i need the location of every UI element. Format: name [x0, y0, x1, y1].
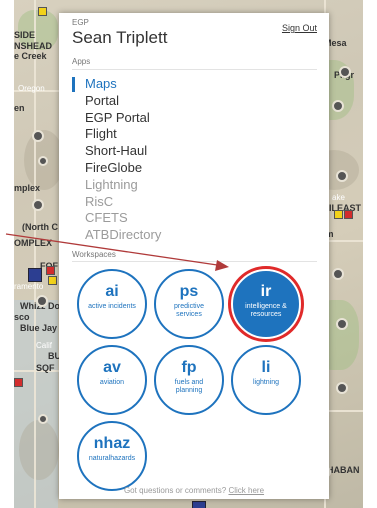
app-switcher-panel: EGP Sean Triplett Sign Out Apps Maps Por…: [59, 13, 329, 499]
workspace-desc: naturalhazards: [88, 455, 136, 462]
workspace-desc: fuels and planning: [174, 379, 204, 394]
map-label: SQF: [36, 363, 55, 373]
map-marker[interactable]: [32, 199, 44, 211]
apps-section-label: Apps: [72, 57, 91, 66]
footer: Got questions or comments? Click here: [59, 486, 329, 495]
map-label: e Creek: [14, 51, 47, 61]
map-label: ake: [332, 193, 345, 202]
map-marker[interactable]: [38, 7, 47, 16]
map-marker[interactable]: [14, 378, 23, 387]
workspace-ps[interactable]: ps predictive services: [154, 269, 224, 339]
workspace-abbr: fp: [181, 359, 197, 376]
app-item-flight[interactable]: Flight: [72, 126, 302, 143]
sign-out-link[interactable]: Sign Out: [282, 23, 317, 33]
map-label: sco: [14, 312, 30, 322]
user-name: Sean Triplett: [72, 28, 168, 47]
map-label: Blue Jay: [20, 323, 58, 333]
map-marker[interactable]: [336, 382, 348, 394]
click-here-link[interactable]: Click here: [228, 486, 264, 495]
workspace-nhaz[interactable]: nhaz naturalhazards: [77, 421, 147, 491]
map-label: Calif: [36, 341, 53, 350]
map-marker[interactable]: [344, 210, 353, 219]
app-item-cfets[interactable]: CFETS: [72, 210, 302, 227]
workspace-abbr: nhaz: [93, 435, 131, 452]
map-edge: [363, 0, 377, 508]
workspaces-section-label: Workspaces: [72, 250, 116, 259]
map-label: ramento: [14, 282, 44, 291]
org-label: EGP: [72, 18, 89, 27]
workspace-av[interactable]: av aviation: [77, 345, 147, 415]
app-item-fireglobe[interactable]: FireGlobe: [72, 160, 302, 177]
map-marker[interactable]: [36, 295, 48, 307]
map-label: NSHEAD: [14, 41, 53, 51]
map-marker[interactable]: [336, 318, 348, 330]
app-item-egp-portal[interactable]: EGP Portal: [72, 110, 302, 127]
app-item-atbdirectory[interactable]: ATBDirectory: [72, 227, 302, 244]
apps-divider: [72, 69, 317, 70]
map-marker[interactable]: [192, 501, 206, 508]
map-label: en: [14, 103, 25, 113]
workspace-desc: predictive services: [174, 303, 204, 318]
workspace-abbr: ps: [179, 283, 199, 300]
workspace-ir[interactable]: ir intelligence & resources: [231, 269, 301, 339]
workspace-abbr: li: [261, 359, 271, 376]
map-marker[interactable]: [339, 66, 351, 78]
workspace-desc: lightning: [252, 379, 280, 386]
map-edge: [0, 0, 14, 508]
workspace-abbr: av: [103, 359, 121, 376]
map-terrain: [19, 420, 59, 480]
workspace-abbr: ai: [105, 283, 119, 300]
app-item-portal[interactable]: Portal: [72, 93, 302, 110]
map-marker[interactable]: [28, 268, 42, 282]
workspace-desc: aviation: [99, 379, 125, 386]
map-label: SIDE: [14, 30, 36, 40]
app-item-maps[interactable]: Maps: [72, 76, 302, 93]
workspace-desc: intelligence & resources: [245, 303, 287, 318]
map-label: mplex: [14, 183, 41, 193]
map-marker[interactable]: [38, 156, 48, 166]
workspace-li[interactable]: li lightning: [231, 345, 301, 415]
map-label: (North C: [22, 222, 58, 232]
map-marker[interactable]: [38, 414, 48, 424]
map-road: [34, 0, 36, 508]
map-marker[interactable]: [32, 130, 44, 142]
map-marker[interactable]: [336, 170, 348, 182]
map-marker[interactable]: [46, 266, 55, 275]
map-marker[interactable]: [334, 210, 343, 219]
map-marker[interactable]: [332, 268, 344, 280]
map-label: Oregon: [18, 84, 45, 93]
map-label: OMPLEX: [14, 238, 53, 248]
apps-list: Maps Portal EGP Portal Flight Short-Haul…: [72, 76, 302, 244]
map-label: HABAN: [327, 465, 360, 475]
workspace-fp[interactable]: fp fuels and planning: [154, 345, 224, 415]
workspaces-divider: [72, 261, 317, 262]
workspace-ai[interactable]: ai active incidents: [77, 269, 147, 339]
app-item-short-haul[interactable]: Short-Haul: [72, 143, 302, 160]
map-marker[interactable]: [48, 276, 57, 285]
workspace-abbr: ir: [260, 283, 272, 300]
workspace-desc: active incidents: [88, 303, 136, 310]
app-item-lightning[interactable]: Lightning: [72, 177, 302, 194]
app-item-risc[interactable]: RisC: [72, 194, 302, 211]
footer-question: Got questions or comments?: [123, 486, 227, 495]
map-marker[interactable]: [332, 100, 344, 112]
